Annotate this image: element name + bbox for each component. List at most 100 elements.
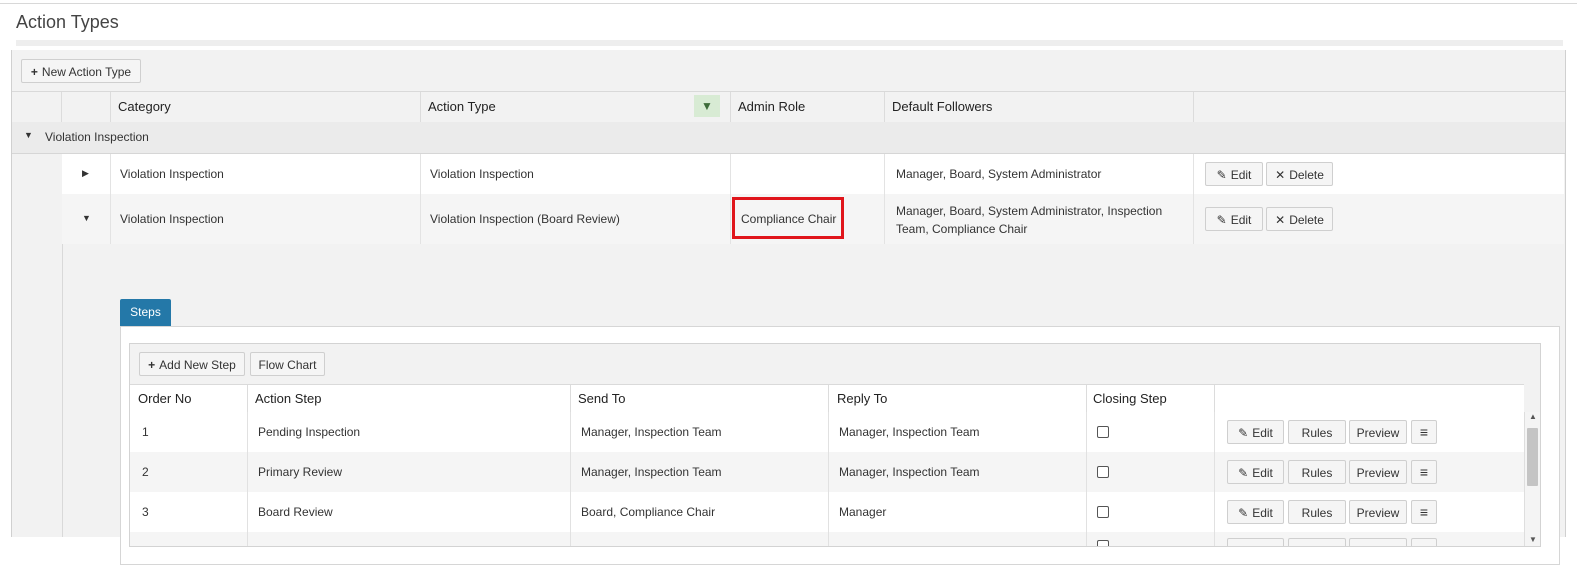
pencil-icon: ✎ <box>1216 168 1227 182</box>
cell-category: Violation Inspection <box>120 167 224 181</box>
closing-step-checkbox[interactable] <box>1097 426 1109 438</box>
cell-reply-to: Manager, Inspection Team <box>839 465 980 479</box>
cell-admin-role <box>731 154 885 194</box>
rules-button[interactable]: Rules <box>1288 500 1346 524</box>
scrollbar-thumb[interactable] <box>1527 428 1538 486</box>
column-header-action-type[interactable]: Action Type <box>422 92 730 122</box>
scroll-down-icon[interactable]: ▼ <box>1529 535 1537 544</box>
col-separator <box>1214 492 1215 532</box>
cell-reply-to: Manager, Inspection Team <box>839 425 980 439</box>
col-separator <box>1193 154 1194 194</box>
col-separator <box>1086 412 1087 452</box>
collapse-arrow-icon[interactable]: ▼ <box>82 213 91 223</box>
steps-panel: + Add New Step Flow Chart Order No Action… <box>120 326 1560 565</box>
column-header-action-step[interactable]: Action Step <box>249 385 570 413</box>
cell-order-no: 2 <box>142 465 149 479</box>
cell-send-to: Manager, Inspection Team <box>581 465 722 479</box>
pencil-icon: ✎ <box>1238 506 1249 520</box>
cell-default-followers: Manager, Board, System Administrator <box>896 167 1102 181</box>
followers-line: Team, Compliance Chair <box>896 222 1028 236</box>
column-header-closing-step[interactable]: Closing Step <box>1087 385 1213 413</box>
table-row[interactable] <box>130 532 1524 546</box>
menu-icon[interactable] <box>1411 538 1437 546</box>
new-action-type-button[interactable]: + New Action Type <box>21 59 141 83</box>
menu-icon[interactable]: ≡ <box>1411 420 1437 444</box>
column-header-send-to[interactable]: Send To <box>572 385 828 413</box>
closing-step-checkbox[interactable] <box>1097 466 1109 478</box>
pencil-icon: ✎ <box>1216 213 1227 227</box>
rules-button[interactable] <box>1288 538 1346 546</box>
closing-step-checkbox[interactable] <box>1097 540 1109 546</box>
table-row[interactable]: ▶ Violation Inspection Violation Inspect… <box>62 154 1564 194</box>
col-separator <box>247 385 248 413</box>
column-header-category[interactable]: Category <box>112 92 420 122</box>
closing-step-checkbox[interactable] <box>1097 506 1109 518</box>
cell-action-step: Board Review <box>258 505 333 519</box>
table-row[interactable]: 1 Pending Inspection Manager, Inspection… <box>130 412 1524 452</box>
tab-steps[interactable]: Steps <box>120 299 171 326</box>
add-new-step-button[interactable]: + Add New Step <box>139 352 245 376</box>
edit-button[interactable]: ✎ Edit <box>1227 460 1284 484</box>
column-header-admin-role[interactable]: Admin Role <box>732 92 884 122</box>
edit-button[interactable] <box>1227 538 1284 546</box>
collapse-arrow-icon[interactable]: ▼ <box>24 130 33 140</box>
row-detail: Steps + Add New Step Flow Chart Order No … <box>120 299 1560 565</box>
column-header-default-followers[interactable]: Default Followers <box>886 92 1192 122</box>
col-separator <box>1214 532 1215 546</box>
col-separator <box>1214 385 1215 413</box>
delete-button[interactable]: ✕ Delete <box>1266 162 1333 186</box>
group-row[interactable]: ▼ Violation Inspection <box>12 122 1565 154</box>
steps-scrollbar[interactable]: ▲ ▼ <box>1524 412 1540 546</box>
table-row[interactable]: 2 Primary Review Manager, Inspection Tea… <box>130 452 1524 492</box>
cell-send-to: Manager, Inspection Team <box>581 425 722 439</box>
menu-icon[interactable]: ≡ <box>1411 500 1437 524</box>
top-divider <box>0 3 1577 4</box>
col-separator <box>884 92 885 122</box>
edit-button[interactable]: ✎ Edit <box>1227 420 1284 444</box>
preview-button[interactable] <box>1349 538 1407 546</box>
steps-header: Order No Action Step Send To Reply To Cl… <box>130 384 1524 414</box>
col-separator <box>1214 452 1215 492</box>
column-header-reply-to[interactable]: Reply To <box>831 385 1086 413</box>
followers-line: Manager, Board, System Administrator, In… <box>896 204 1163 218</box>
cell-default-followers: Manager, Board, System Administrator, In… <box>885 194 1193 244</box>
pencil-icon: ✎ <box>1238 426 1249 440</box>
cell-action-type: Violation Inspection <box>430 167 534 181</box>
column-header-order-no[interactable]: Order No <box>132 385 246 413</box>
title-underline <box>16 40 1563 46</box>
grid-header: Category Action Type ▼ Admin Role Defaul… <box>12 91 1565 123</box>
highlight-box <box>732 197 844 239</box>
plus-icon: + <box>30 65 38 79</box>
col-separator <box>110 92 111 122</box>
preview-button[interactable]: Preview <box>1349 500 1407 524</box>
rules-button[interactable]: Rules <box>1288 420 1346 444</box>
col-separator <box>420 92 421 122</box>
scroll-up-icon[interactable]: ▲ <box>1529 412 1537 421</box>
group-indent <box>12 154 63 537</box>
col-separator <box>570 532 571 546</box>
col-separator <box>1086 452 1087 492</box>
cell-action-type: Violation Inspection (Board Review) <box>430 212 620 226</box>
preview-button[interactable]: Preview <box>1349 420 1407 444</box>
edit-button[interactable]: ✎ Edit <box>1205 207 1263 231</box>
col-separator <box>1086 532 1087 546</box>
col-separator <box>247 532 248 546</box>
expand-arrow-icon[interactable]: ▶ <box>82 168 89 179</box>
edit-button[interactable]: ✎ Edit <box>1227 500 1284 524</box>
col-separator <box>1193 92 1194 122</box>
rules-button[interactable]: Rules <box>1288 460 1346 484</box>
table-row[interactable]: 3 Board Review Board, Compliance Chair M… <box>130 492 1524 532</box>
steps-grid: + Add New Step Flow Chart Order No Action… <box>129 343 1541 547</box>
cell-reply-to: Manager <box>839 505 887 519</box>
delete-button[interactable]: ✕ Delete <box>1266 207 1333 231</box>
filter-icon[interactable]: ▼ <box>694 95 720 117</box>
col-separator <box>61 92 62 122</box>
flow-chart-button[interactable]: Flow Chart <box>250 352 325 376</box>
preview-button[interactable]: Preview <box>1349 460 1407 484</box>
cell-category: Violation Inspection <box>120 212 224 226</box>
cell-action-step: Pending Inspection <box>258 425 361 439</box>
col-separator <box>828 532 829 546</box>
menu-icon[interactable]: ≡ <box>1411 460 1437 484</box>
edit-button[interactable]: ✎ Edit <box>1205 162 1263 186</box>
col-separator <box>1086 492 1087 532</box>
